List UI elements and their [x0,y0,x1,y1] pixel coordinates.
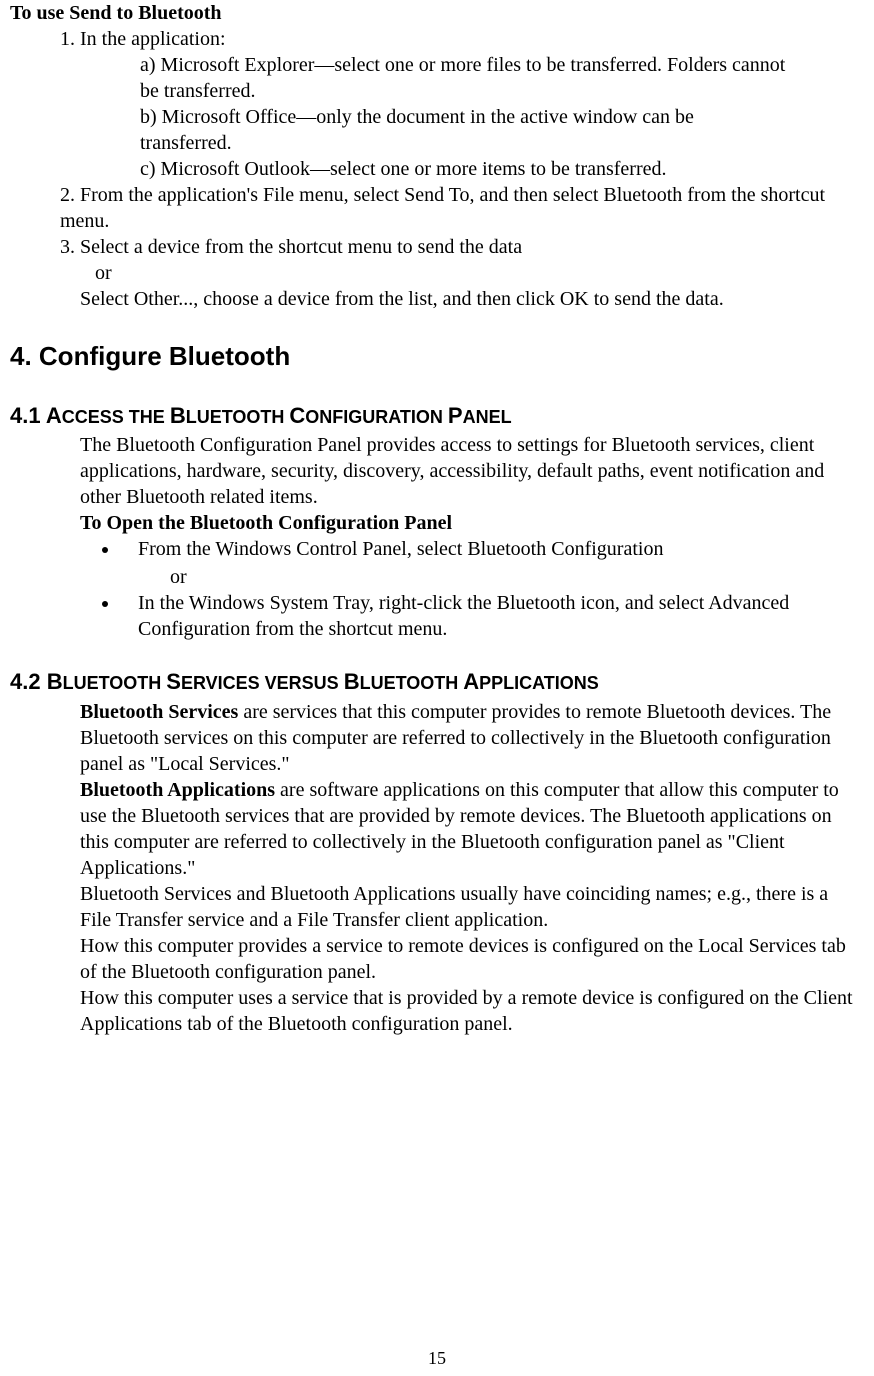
heading-text: ONFIGURATION [305,407,448,427]
heading-text: B [170,403,186,428]
heading-text: C [289,403,305,428]
heading-text: ANEL [463,407,512,427]
bullet-item-1: From the Windows Control Panel, select B… [120,536,864,562]
step-3-a: 3. Select a device from the shortcut men… [60,234,864,260]
section-4-2-para4: How this computer provides a service to … [80,933,864,985]
bullet-or: or [170,564,864,590]
step-1-a: a) Microsoft Explorer—select one or more… [140,52,864,104]
heading-text: CCESS THE [62,407,170,427]
heading-4-1: 4.1 ACCESS THE BLUETOOTH CONFIGURATION P… [10,402,864,431]
step-3-b: Select Other..., choose a device from th… [80,286,864,312]
bullet-list-4-1b: In the Windows System Tray, right-click … [10,590,864,642]
heading-text: S [166,669,181,694]
heading-text: PPLICATIONS [479,673,599,693]
step-3-or: or [95,260,864,286]
step-2: 2. From the application's File menu, sel… [60,182,864,234]
to-open-heading: To Open the Bluetooth Configuration Pane… [80,510,864,536]
bt-apps-label: Bluetooth Applications [80,779,275,801]
section-4-2-para2: Bluetooth Applications are software appl… [80,777,864,881]
step-1-intro: 1. In the application: [60,26,864,52]
bullet-item-2: In the Windows System Tray, right-click … [120,590,864,642]
section-4-2-para3: Bluetooth Services and Bluetooth Applica… [80,881,864,933]
heading-text: A [463,669,479,694]
page-number: 15 [10,1347,864,1370]
bullet-list-4-1: From the Windows Control Panel, select B… [10,536,864,562]
heading-text: LUETOOTH [63,673,167,693]
section-a-title: To use Send to Bluetooth [10,0,864,26]
heading-text: LUETOOTH [186,407,290,427]
heading-4-2-num: 4.2 [10,669,47,694]
heading-configure-bluetooth: 4. Configure Bluetooth [10,340,864,374]
heading-text: ERVICES VERSUS [181,673,344,693]
section-4-2-para1: Bluetooth Services are services that thi… [80,699,864,777]
heading-4-2: 4.2 BLUETOOTH SERVICES VERSUS BLUETOOTH … [10,668,864,697]
step-1-b: b) Microsoft Office—only the document in… [140,104,864,156]
section-send-to-bluetooth: To use Send to Bluetooth 1. In the appli… [10,0,864,312]
heading-text: LUETOOTH [360,673,464,693]
heading-text: A [46,403,62,428]
heading-text: P [448,403,463,428]
heading-4-1-num: 4.1 [10,403,46,428]
section-4-1-para: The Bluetooth Configuration Panel provid… [80,432,864,510]
bt-services-label: Bluetooth Services [80,701,238,723]
section-4-2-para5: How this computer uses a service that is… [80,985,864,1037]
heading-text: B [47,669,63,694]
heading-text: B [344,669,360,694]
step-1-c: c) Microsoft Outlook—select one or more … [140,156,864,182]
